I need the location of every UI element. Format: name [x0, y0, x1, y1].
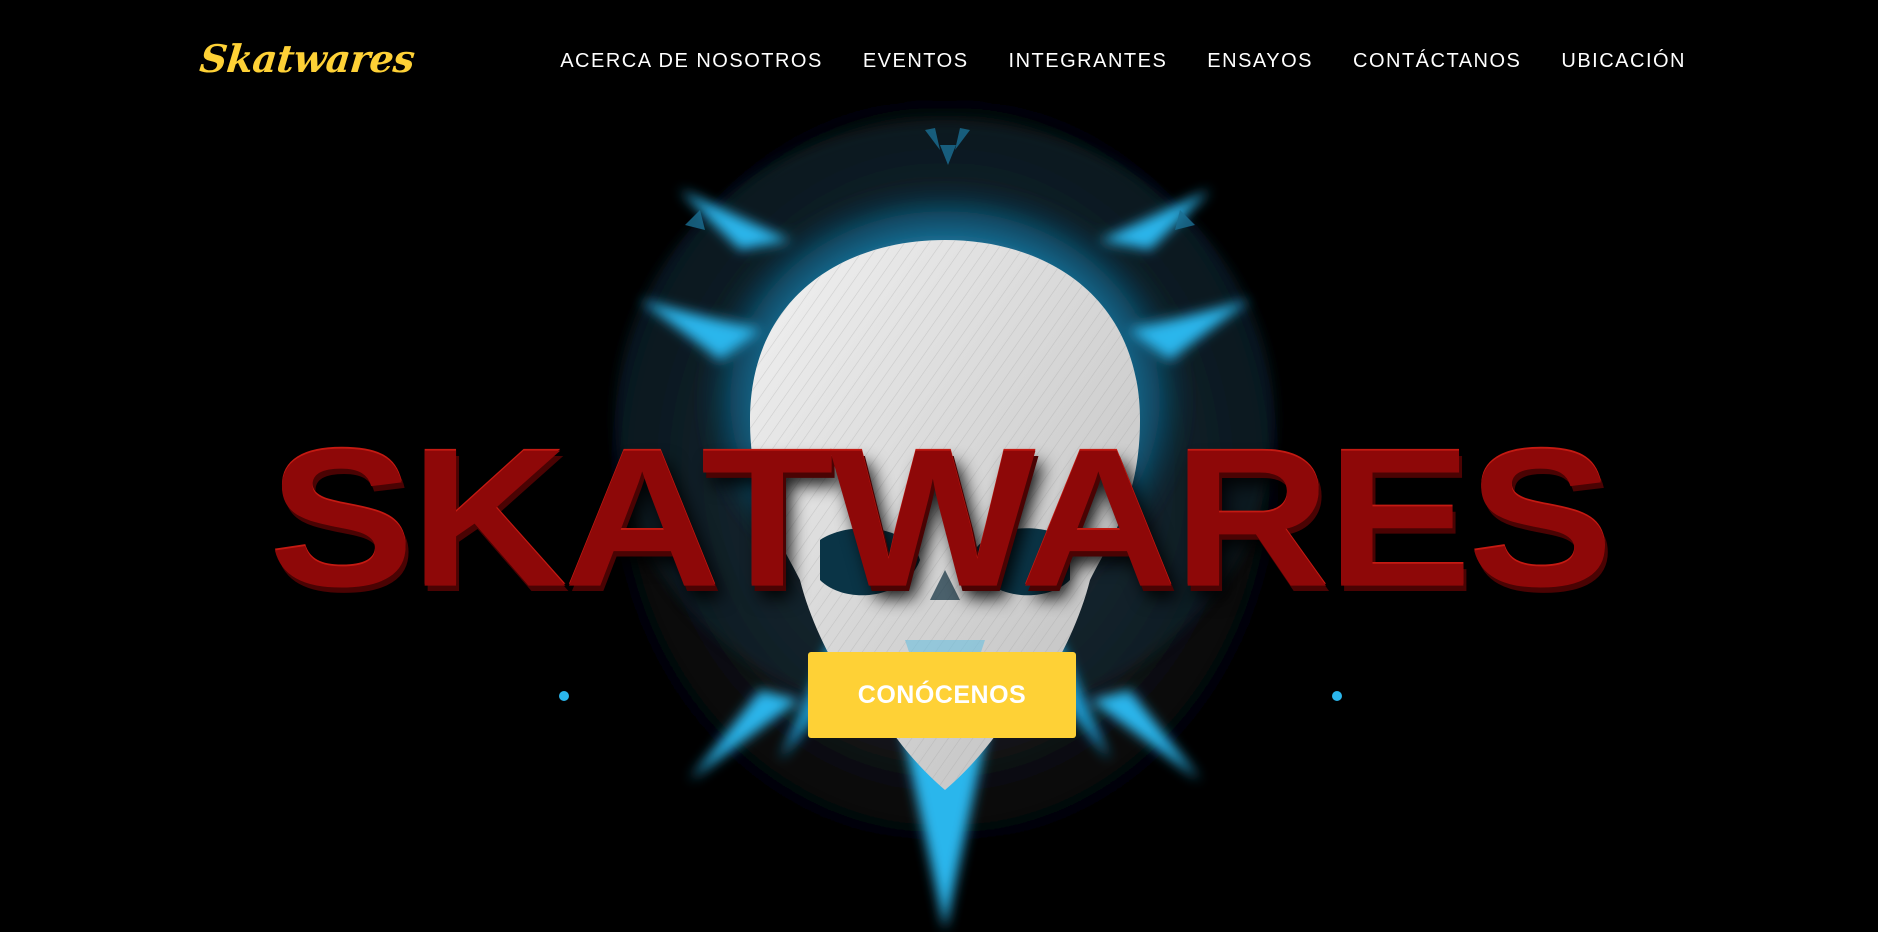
nav-item-ensayos: ENSAYOS: [1207, 50, 1313, 73]
nav-item-contactanos: CONTÁCTANOS: [1353, 50, 1521, 73]
conocenos-button[interactable]: CONÓCENOS: [808, 652, 1076, 738]
hero-background-image: [525, 0, 1365, 932]
nav-link-contactanos[interactable]: CONTÁCTANOS: [1353, 50, 1521, 72]
nav-item-eventos: EVENTOS: [863, 50, 969, 73]
nav-link-integrantes[interactable]: INTEGRANTES: [1009, 50, 1168, 72]
nav-item-integrantes: INTEGRANTES: [1009, 50, 1168, 73]
hero-section: SKATWARES Skatwares ACERCA DE NOSOTROS E…: [0, 0, 1878, 932]
top-navbar: Skatwares ACERCA DE NOSOTROS EVENTOS INT…: [0, 0, 1878, 130]
nav-link-ensayos[interactable]: ENSAYOS: [1207, 50, 1313, 72]
nav-item-acerca: ACERCA DE NOSOTROS: [560, 50, 823, 73]
nav-item-ubicacion: UBICACIÓN: [1561, 50, 1686, 73]
nav-link-eventos[interactable]: EVENTOS: [863, 50, 969, 72]
nav-link-ubicacion[interactable]: UBICACIÓN: [1561, 50, 1686, 72]
nav-menu: ACERCA DE NOSOTROS EVENTOS INTEGRANTES E…: [560, 50, 1686, 73]
nav-link-acerca[interactable]: ACERCA DE NOSOTROS: [560, 50, 823, 72]
brand-logo[interactable]: Skatwares: [198, 36, 417, 81]
